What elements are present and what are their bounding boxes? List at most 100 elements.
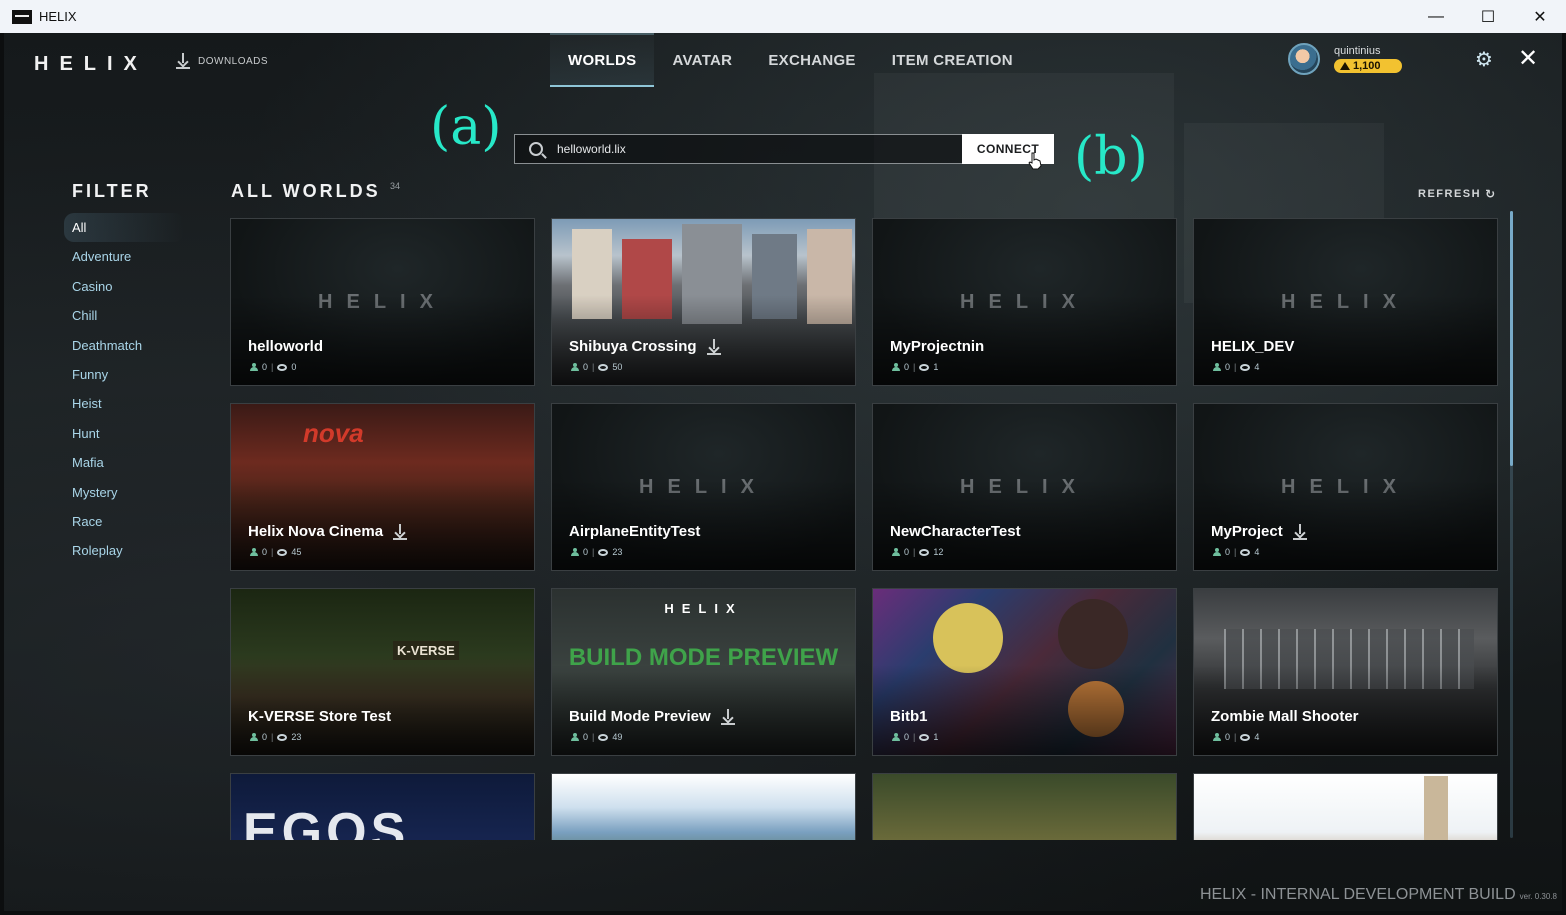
player-icon [1213,733,1221,741]
annotation-a: (a) [430,97,502,157]
build-footer: HELIX - INTERNAL DEVELOPMENT BUILD ver. … [1200,886,1557,904]
filter-item-deathmatch[interactable]: Deathmatch [64,331,184,360]
world-card[interactable]: HELIXMyProjectnin0|1 [872,218,1177,386]
world-stats: 0 | 23 [571,547,622,557]
build-version: ver. 0.30.8 [1519,892,1557,901]
tab-avatar[interactable]: AVATAR [654,33,750,87]
avatar[interactable] [1288,43,1320,75]
scrollbar-thumb[interactable] [1510,211,1513,466]
world-stats: 0 | 23 [250,732,301,742]
world-card[interactable]: HELIXhelloworld0|0 [230,218,535,386]
stat-separator: | [271,362,274,372]
filter-item-chill[interactable]: Chill [64,301,184,330]
stat-separator: | [913,732,916,742]
refresh-label: REFRESH [1418,188,1482,200]
download-icon[interactable] [1292,523,1307,540]
world-card[interactable]: EGOS [230,773,535,840]
tab-exchange[interactable]: EXCHANGE [750,33,873,87]
filter-item-roleplay[interactable]: Roleplay [64,536,184,565]
world-card[interactable]: Zombie Mall Shooter 0 | 4 [1193,588,1498,756]
eye-icon [919,733,930,741]
filter-item-heist[interactable]: Heist [64,389,184,418]
world-count: 34 [390,181,401,191]
player-count: 0 [904,732,910,742]
player-count: 0 [583,732,589,742]
view-count: 12 [933,547,944,557]
player-icon [892,733,900,741]
world-stats: 0 | 45 [250,547,301,557]
refresh-button[interactable]: REFRESH ↻ [1418,187,1497,201]
filter-item-mafia[interactable]: Mafia [64,448,184,477]
download-icon[interactable] [706,338,721,355]
coin-balance: 1,100 [1334,59,1402,73]
world-stats: 0 | 1 [892,362,938,372]
gear-icon[interactable]: ⚙ [1474,50,1494,70]
eye-icon [598,363,609,371]
filter-item-all[interactable]: All [64,213,184,243]
view-count: 4 [1254,362,1260,372]
world-card[interactable] [551,773,856,840]
downloads-button[interactable]: DOWNLOADS [176,53,268,69]
filter-item-mystery[interactable]: Mystery [64,478,184,507]
tab-item-creation[interactable]: ITEM CREATION [874,33,1031,87]
filter-list: All Adventure Casino Chill Deathmatch Fu… [64,213,184,566]
player-icon [571,733,579,741]
world-card[interactable] [1193,773,1498,840]
filter-item-race[interactable]: Race [64,507,184,536]
download-icon[interactable] [393,523,408,540]
world-card[interactable]: Shibuya Crossing 0 | 50 [551,218,856,386]
world-card[interactable]: HELIXMyProject0|4 [1193,403,1498,571]
download-icon[interactable] [720,708,735,725]
world-card[interactable]: HELIXAirplaneEntityTest0|23 [551,403,856,571]
world-stats: 0 | 1 [892,732,938,742]
view-count: 23 [612,547,623,557]
world-card[interactable]: HELIXHELIX_DEV0|4 [1193,218,1498,386]
filter-item-funny[interactable]: Funny [64,360,184,389]
world-card[interactable]: HELIX BUILD MODE PREVIEW Build Mode Previe… [551,588,856,756]
world-card[interactable]: HELIXNewCharacterTest0|12 [872,403,1177,571]
stat-separator: | [1234,362,1237,372]
worlds-grid: HELIXhelloworld0|0Shibuya Crossing0|50 HE… [230,218,1500,840]
tab-worlds[interactable]: WORLDS [550,33,655,87]
scrollbar[interactable] [1510,211,1513,838]
world-card[interactable]: K-VERSE K-VERSE Store Test 0 | 23 [230,588,535,756]
eye-icon [1240,733,1251,741]
filter-title: FILTER [72,181,152,201]
player-icon [250,363,258,371]
stat-separator: | [592,732,595,742]
user-profile[interactable]: quintinius 1,100 [1288,43,1402,75]
world-card[interactable]: Bitb1 0 | 1 [872,588,1177,756]
world-name-row: MyProject [1211,523,1307,540]
world-card[interactable]: nova Helix Nova Cinema 0 | 45 [230,403,535,571]
world-name-row: K-VERSE Store Test [248,708,391,725]
maximize-button[interactable]: ☐ [1462,0,1514,33]
window-close-button[interactable]: ✕ [1514,0,1566,33]
world-name-row: Shibuya Crossing [569,338,721,355]
downloads-label: DOWNLOADS [198,55,269,67]
filter-item-adventure[interactable]: Adventure [64,242,184,271]
eye-icon [598,548,609,556]
section-title: ALL WORLDS [231,181,381,201]
stat-separator: | [592,362,595,372]
build-thumb-logo: HELIX [664,601,743,616]
search-input[interactable] [557,142,937,156]
stat-separator: | [913,362,916,372]
app-viewport: HELIX DOWNLOADS WORLDS AVATAR EXCHANGE I… [4,33,1562,911]
filter-item-casino[interactable]: Casino [64,272,184,301]
close-icon[interactable]: ✕ [1516,47,1540,71]
helix-logo[interactable]: HELIX [34,53,148,76]
world-name: Zombie Mall Shooter [1211,708,1359,725]
coin-icon [1340,62,1350,70]
view-count: 4 [1254,732,1260,742]
minimize-button[interactable]: — [1410,0,1462,33]
player-icon [1213,548,1221,556]
view-count: 1 [933,362,939,372]
world-card[interactable] [872,773,1177,840]
stat-separator: | [271,547,274,557]
stat-separator: | [913,547,916,557]
world-name: NewCharacterTest [890,523,1021,540]
world-name: K-VERSE Store Test [248,708,392,725]
filter-item-hunt[interactable]: Hunt [64,419,184,448]
stat-separator: | [592,547,595,557]
world-name: MyProject [1211,523,1283,540]
